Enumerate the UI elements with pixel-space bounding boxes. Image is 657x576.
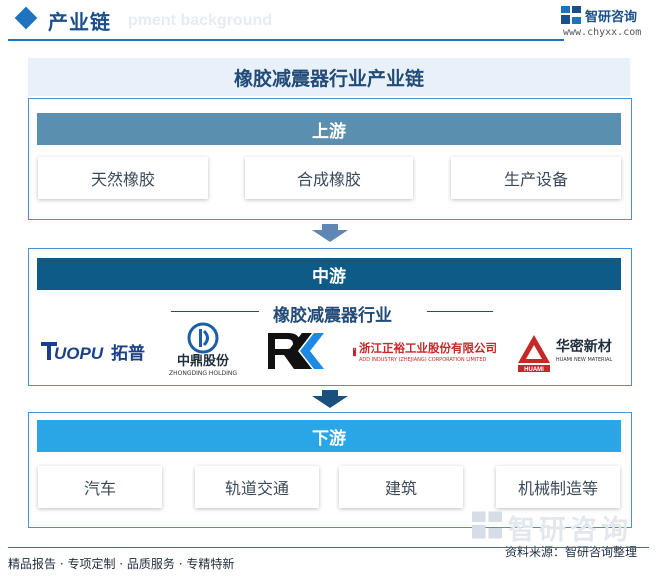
source-note: 资料来源：智研咨询整理 xyxy=(505,545,638,559)
chain-title: 橡胶减震器行业产业链 xyxy=(28,58,630,96)
logo-zhengyu: 浙江正裕工业股份有限公司 ADD INDUSTRY (ZHEJIANG) COR… xyxy=(353,325,497,379)
logo-rk xyxy=(257,327,337,375)
footer-slogan: 精品报告 · 专项定制 · 品质服务 · 专精特新 xyxy=(8,557,235,571)
watermark-text: 智研咨询 xyxy=(508,515,632,546)
header-divider xyxy=(8,39,564,41)
zhengyu-logo-icon xyxy=(353,347,356,357)
logo-tuopu: UOPU 拓普 xyxy=(39,327,155,373)
page-title: 产业链 xyxy=(48,10,111,34)
midstream-subtitle: 橡胶减震器行业 xyxy=(273,306,392,326)
zhengyu-subtext: ADD INDUSTRY (ZHEJIANG) CORPORATION LIMI… xyxy=(359,357,487,363)
huami-subtext: HUAMI NEW MATERIAL xyxy=(555,357,613,363)
footer-divider xyxy=(8,547,649,548)
zhongding-logo-icon xyxy=(187,322,219,354)
header-diamond-icon xyxy=(14,6,38,30)
svg-text:UOPU: UOPU xyxy=(54,344,104,363)
brand: 智研咨询 www.chyxx.com xyxy=(561,4,647,44)
down-arrow-icon xyxy=(312,224,348,242)
zhongding-text: 中鼎股份 xyxy=(176,354,229,369)
header-ghost-text: pment background xyxy=(128,12,273,29)
upstream-item-synthetic-rubber: 合成橡胶 xyxy=(245,157,413,199)
downstream-item-machinery: 机械制造等 xyxy=(496,466,620,508)
tuopu-logo-icon: UOPU 拓普 xyxy=(41,342,145,364)
logo-huami: HUAMI 华密新材 HUAMI NEW MATERIAL xyxy=(507,323,621,379)
svg-text:拓普: 拓普 xyxy=(111,343,145,364)
downstream-item-auto: 汽车 xyxy=(38,466,162,508)
logo-zhongding: 中鼎股份 ZHONGDING HOLDING xyxy=(167,319,239,381)
subtitle-left-line xyxy=(171,311,259,312)
huami-text: 华密新材 xyxy=(555,339,612,355)
down-arrow-icon xyxy=(312,390,348,408)
downstream-item-construction: 建筑 xyxy=(339,466,463,508)
watermark-logo-icon xyxy=(472,511,502,539)
brand-logo-icon xyxy=(561,6,581,24)
huami-mark-text: HUAMI xyxy=(524,367,544,373)
midstream-panel: 中游 橡胶减震器行业 UOPU 拓普 中鼎股份 ZHONGDING HOLDIN… xyxy=(28,248,632,386)
zhongding-subtext: ZHONGDING HOLDING xyxy=(168,370,238,377)
downstream-item-rail: 轨道交通 xyxy=(195,466,319,508)
upstream-panel: 上游 天然橡胶 合成橡胶 生产设备 xyxy=(28,98,632,220)
upstream-item-equipment: 生产设备 xyxy=(451,157,621,199)
downstream-bar: 下游 xyxy=(37,420,621,452)
brand-name: 智研咨询 xyxy=(585,10,638,25)
upstream-item-natural-rubber: 天然橡胶 xyxy=(38,157,208,199)
zhengyu-text: 浙江正裕工业股份有限公司 xyxy=(359,341,497,355)
midstream-bar: 中游 xyxy=(37,258,621,290)
huami-logo-icon: HUAMI xyxy=(517,335,550,373)
rk-logo-icon xyxy=(268,333,324,369)
upstream-bar: 上游 xyxy=(37,113,621,145)
brand-url: www.chyxx.com xyxy=(563,27,642,38)
subtitle-right-line xyxy=(427,311,493,312)
